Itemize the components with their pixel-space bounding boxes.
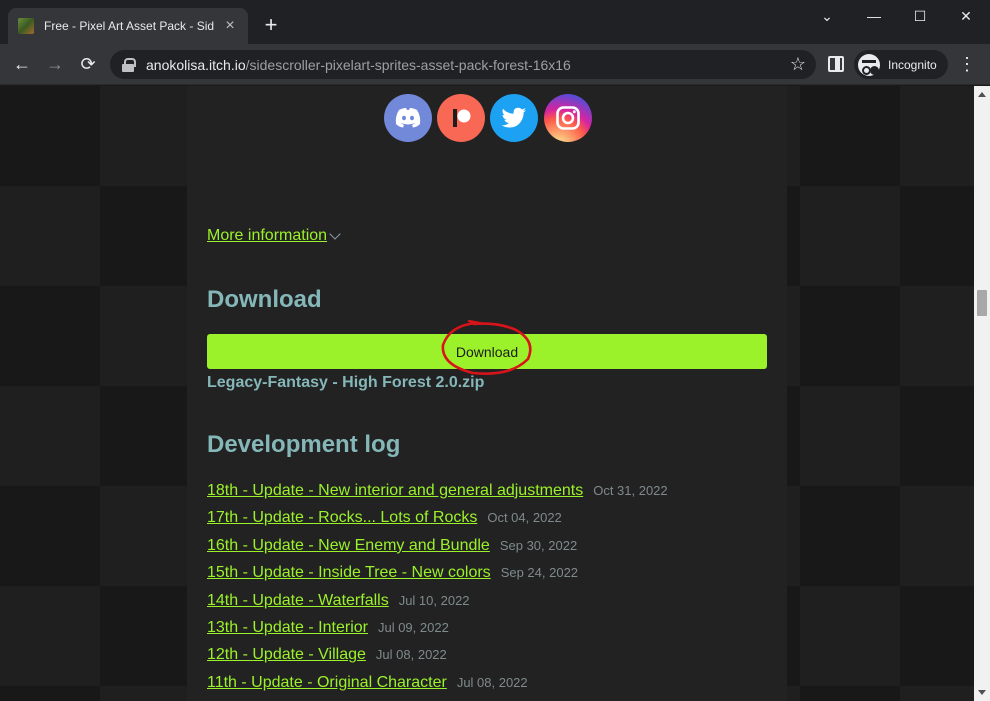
url-text[interactable]: anokolisa.itch.io/sidescroller-pixelart-…	[146, 57, 571, 73]
minimize-button[interactable]: —	[851, 0, 897, 32]
discord-button[interactable]	[384, 94, 432, 142]
devlog-link[interactable]: 11th - Update - Original Character	[207, 674, 447, 692]
devlog-date: Oct 31, 2022	[593, 483, 668, 498]
devlog-link[interactable]: 15th - Update - Inside Tree - New colors	[207, 564, 491, 582]
tab-close-icon[interactable]: ×	[222, 17, 238, 35]
list-item: 16th - Update - New Enemy and Bundle Sep …	[207, 537, 767, 564]
lock-icon[interactable]	[122, 57, 136, 72]
list-item: 13th - Update - Interior Jul 09, 2022	[207, 619, 767, 646]
devlog-link[interactable]: 12th - Update - Village	[207, 646, 366, 664]
download-button[interactable]: Download	[207, 334, 767, 369]
tab-title: Free - Pixel Art Asset Pack - Side	[44, 19, 214, 33]
devlog-list: 18th - Update - New interior and general…	[207, 482, 767, 701]
devlog-date: Jul 10, 2022	[398, 592, 470, 608]
list-item: 12th - Update - Village Jul 08, 2022	[207, 646, 767, 673]
patreon-icon	[453, 109, 471, 127]
devlog-link[interactable]: 13th - Update - Interior	[207, 619, 368, 637]
instagram-icon	[556, 106, 580, 130]
devlog-date: Jul 08, 2022	[375, 647, 447, 663]
content-column: More information Download Download Legac…	[187, 86, 787, 701]
download-filename: Legacy-Fantasy - High Forest 2.0.zip	[207, 374, 485, 391]
devlog-date: Sep 24, 2022	[500, 565, 579, 581]
reload-button[interactable]: ⟳	[76, 52, 100, 76]
tab-search-button[interactable]: ⌄	[804, 0, 850, 32]
list-item: 14th - Update - Waterfalls Jul 10, 2022	[207, 592, 767, 619]
back-button[interactable]: ←	[10, 52, 34, 76]
favicon-icon	[18, 18, 34, 34]
devlog-link[interactable]: 17th - Update - Rocks... Lots of Rocks	[207, 509, 477, 527]
devlog-heading: Development log	[207, 431, 401, 458]
devlog-date: Oct 04, 2022	[487, 510, 562, 526]
scroll-down-arrow-icon[interactable]	[978, 690, 986, 695]
maximize-button[interactable]: ☐	[897, 0, 943, 32]
list-item: 17th - Update - Rocks... Lots of Rocks Oc…	[207, 509, 767, 536]
browser-menu-button[interactable]: ⋮	[958, 54, 976, 74]
scroll-up-arrow-icon[interactable]	[978, 92, 986, 97]
forward-button[interactable]: →	[43, 52, 67, 76]
twitter-button[interactable]	[490, 94, 538, 142]
incognito-label: Incognito	[888, 57, 937, 72]
instagram-button[interactable]	[544, 94, 592, 142]
devlog-date: Jul 09, 2022	[377, 619, 449, 635]
browser-toolbar: ← → ⟳ anokolisa.itch.io/sidescroller-pix…	[0, 44, 990, 85]
devlog-link[interactable]: 16th - Update - New Enemy and Bundle	[207, 537, 490, 555]
scrollbar-thumb[interactable]	[977, 290, 987, 316]
side-panel-icon[interactable]	[828, 56, 844, 72]
discord-icon	[395, 108, 421, 128]
url-host: anokolisa.itch.io	[146, 56, 246, 73]
vertical-scrollbar[interactable]	[974, 86, 990, 701]
url-path: /sidescroller-pixelart-sprites-asset-pac…	[245, 56, 571, 73]
patreon-button[interactable]	[437, 94, 485, 142]
more-information-label: More information	[207, 227, 328, 244]
chevron-down-icon	[329, 228, 341, 240]
address-bar[interactable]: anokolisa.itch.io/sidescroller-pixelart-…	[110, 50, 816, 79]
bookmark-star-icon[interactable]: ☆	[790, 54, 806, 75]
devlog-date: Jul 08, 2022	[456, 674, 528, 690]
list-item: 15th - Update - Inside Tree - New colors…	[207, 564, 767, 591]
new-tab-button[interactable]: +	[260, 14, 282, 36]
close-window-button[interactable]: ✕	[943, 0, 989, 32]
list-item: 11th - Update - Original Character Jul 08…	[207, 674, 767, 701]
devlog-link[interactable]: 18th - Update - New interior and general…	[207, 482, 583, 500]
twitter-icon	[501, 107, 526, 128]
page-viewport: More information Download Download Legac…	[0, 86, 974, 701]
download-heading: Download	[207, 286, 322, 313]
incognito-badge[interactable]: Incognito	[854, 50, 948, 79]
more-information-link[interactable]: More information	[207, 227, 341, 245]
devlog-date: Sep 30, 2022	[499, 537, 578, 553]
devlog-link[interactable]: 14th - Update - Waterfalls	[207, 592, 389, 610]
list-item: 18th - Update - New interior and general…	[207, 482, 767, 509]
tab-strip: Free - Pixel Art Asset Pack - Side × + ⌄…	[0, 0, 990, 44]
browser-tab[interactable]: Free - Pixel Art Asset Pack - Side ×	[8, 8, 248, 44]
incognito-icon	[858, 53, 880, 76]
